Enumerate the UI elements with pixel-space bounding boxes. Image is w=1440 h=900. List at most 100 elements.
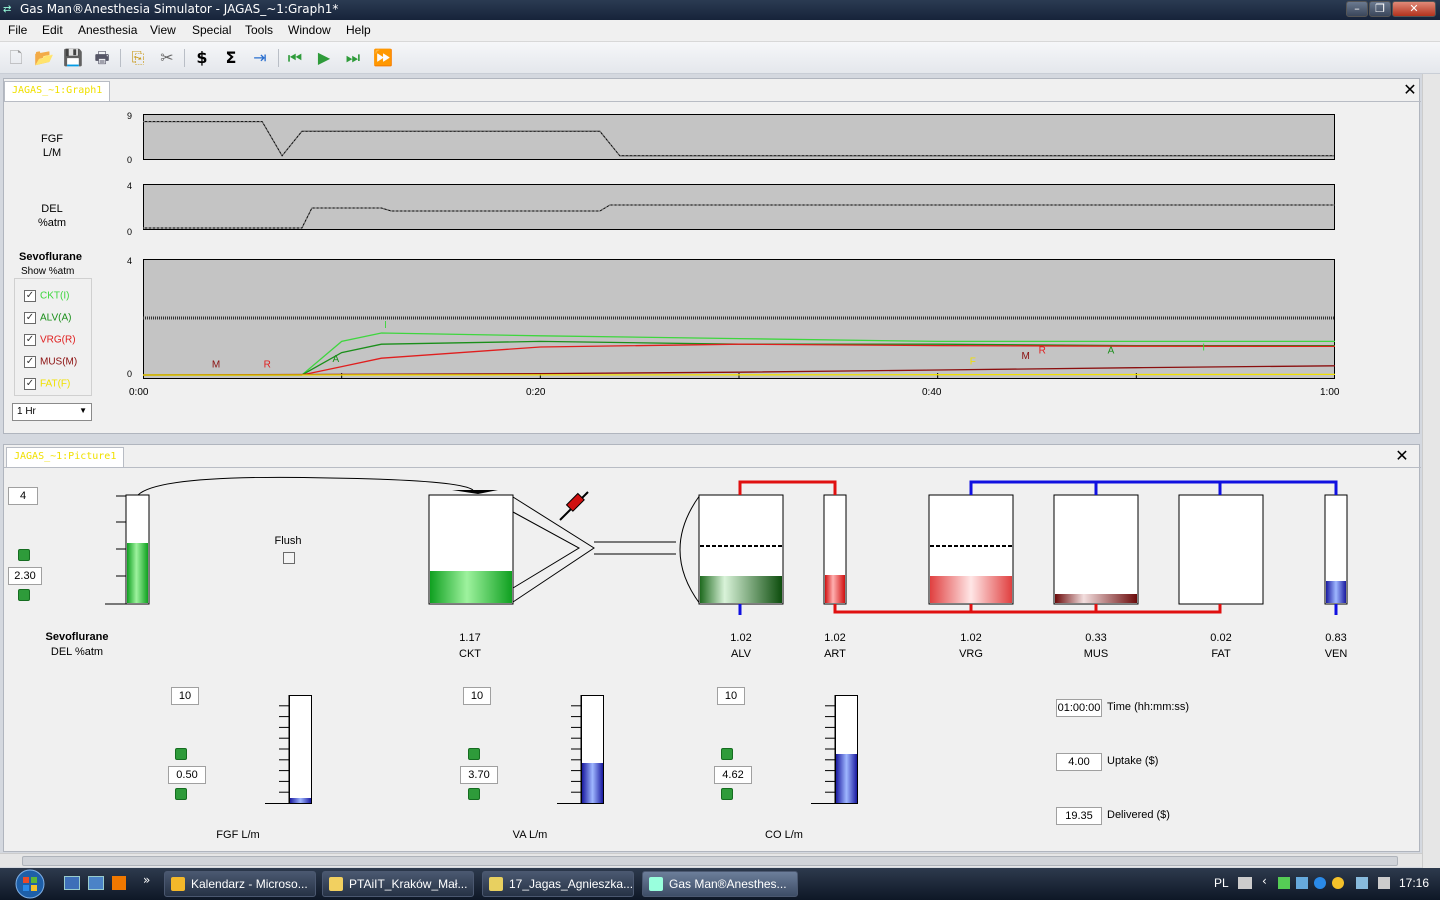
vrg-name: VRG — [959, 648, 983, 660]
tab-divider — [4, 467, 1421, 468]
task-ptaiit[interactable]: PTAiIT_Kraków_Mał... — [322, 871, 474, 897]
del-max-field[interactable]: 4 — [8, 487, 38, 505]
scroll-thumb[interactable] — [22, 856, 1398, 866]
open-icon[interactable]: 📂 — [33, 47, 55, 69]
main-ymax: 4 — [127, 256, 133, 266]
save-icon[interactable]: 💾 — [62, 47, 84, 69]
tab-picture[interactable]: JAGAS_~1:Picture1 — [6, 447, 125, 467]
legend-fat[interactable]: ✓ FAT(F) — [24, 378, 70, 394]
sum-icon[interactable]: Σ — [220, 47, 242, 69]
series-marker-label: A — [1108, 345, 1115, 356]
cut-icon[interactable]: ✂ — [156, 47, 178, 69]
minimize-button[interactable]: – — [1346, 1, 1368, 17]
main-ymin: 0 — [127, 369, 133, 379]
menu-window[interactable]: Window — [288, 23, 331, 37]
start-button[interactable] — [4, 868, 50, 900]
close-window-button[interactable]: ✕ — [1392, 1, 1436, 17]
tab-graph[interactable]: JAGAS_~1:Graph1 — [4, 81, 111, 101]
task-gasman[interactable]: Gas Man®Anesthes... — [642, 871, 798, 897]
task-calendar-label: Kalendarz - Microso... — [191, 877, 308, 891]
copy-icon[interactable]: ⎘ — [127, 47, 149, 69]
del-ymin: 0 — [127, 227, 133, 237]
ckt-fill — [430, 571, 512, 603]
close-picture-icon[interactable]: ✕ — [1394, 448, 1410, 464]
rewind-icon[interactable]: ⏮ — [284, 47, 306, 69]
menu-tools[interactable]: Tools — [245, 23, 273, 37]
toolbar-separator — [278, 49, 279, 67]
alv-name: ALV — [731, 648, 751, 660]
menu-help[interactable]: Help — [346, 23, 371, 37]
menu-anesthesia[interactable]: Anesthesia — [78, 23, 137, 37]
del-down-button[interactable] — [18, 589, 30, 601]
series-marker-label: I — [384, 320, 387, 331]
task-calendar[interactable]: Kalendarz - Microso... — [164, 871, 316, 897]
step-icon[interactable]: ⏭ — [342, 47, 364, 69]
mus-container — [1053, 494, 1139, 605]
play-icon[interactable]: ▶ — [313, 47, 335, 69]
explorer-icon[interactable] — [88, 876, 104, 890]
volume-icon[interactable] — [1356, 877, 1368, 889]
fgf-max-field[interactable]: 10 — [171, 687, 199, 705]
chevron-down-icon: ▼ — [79, 406, 87, 415]
export-icon[interactable]: ⇥ — [249, 47, 271, 69]
language-indicator[interactable]: PL — [1214, 876, 1229, 890]
menu-edit[interactable]: Edit — [42, 23, 63, 37]
co-flow-label: CO L/m — [765, 829, 803, 841]
legend-ckt[interactable]: ✓ CKT(I) — [24, 290, 69, 306]
mus-checkbox[interactable]: ✓ — [24, 356, 36, 368]
close-graph-icon[interactable]: ✕ — [1402, 82, 1418, 98]
window-title: Gas Man®Anesthesia Simulator - JAGAS_~1:… — [20, 2, 339, 16]
outlook-icon — [171, 877, 185, 891]
menu-special[interactable]: Special — [192, 23, 231, 37]
fgf-down-button[interactable] — [175, 788, 187, 800]
legend-mus[interactable]: ✓ MUS(M) — [24, 356, 77, 372]
alv-checkbox[interactable]: ✓ — [24, 312, 36, 324]
alv-value: 1.02 — [730, 632, 752, 644]
vrg-checkbox[interactable]: ✓ — [24, 334, 36, 346]
tray-expand-icon[interactable]: ‹ — [1262, 874, 1267, 888]
fat-checkbox[interactable]: ✓ — [24, 378, 36, 390]
menu-view[interactable]: View — [150, 23, 176, 37]
del-value-field[interactable]: 2.30 — [8, 567, 42, 585]
fast-forward-icon[interactable]: ⏩ — [372, 47, 394, 69]
network-icon[interactable] — [1278, 877, 1290, 889]
syringe-icon[interactable] — [559, 491, 589, 521]
gauge-ticks — [265, 695, 836, 804]
vertical-scrollbar[interactable] — [1422, 74, 1440, 868]
clock: 17:16 — [1399, 876, 1430, 890]
print-icon[interactable]: 🖶 — [91, 47, 113, 69]
fgf-up-button[interactable] — [175, 748, 187, 760]
fgf-value-field[interactable]: 0.50 — [168, 766, 206, 784]
folder-icon — [489, 877, 503, 891]
series-marker-label: M — [212, 359, 220, 370]
xtick-2: 0:40 — [922, 387, 942, 398]
skype-icon[interactable] — [1314, 877, 1326, 889]
delivered-label: Delivered ($) — [1107, 809, 1170, 821]
orange-app-icon[interactable] — [112, 876, 126, 890]
legend-ckt-label: CKT(I) — [40, 290, 70, 302]
new-icon[interactable]: 🗋 — [5, 47, 27, 69]
dollar-icon[interactable]: $ — [191, 47, 213, 69]
messenger-icon[interactable] — [1332, 877, 1344, 889]
task-jagas-label: 17_Jagas_Agnieszka... — [509, 877, 634, 891]
task-jagas[interactable]: 17_Jagas_Agnieszka... — [482, 871, 634, 897]
keyboard-icon[interactable] — [1238, 877, 1252, 889]
legend-alv[interactable]: ✓ ALV(A) — [24, 312, 72, 328]
fat-name: FAT — [1211, 648, 1231, 660]
power-icon[interactable] — [1378, 877, 1390, 889]
legend-vrg[interactable]: ✓ VRG(R) — [24, 334, 76, 350]
menu-file[interactable]: File — [8, 23, 27, 37]
task-ptaiit-label: PTAiIT_Kraków_Mał... — [349, 877, 468, 891]
xtick-0: 0:00 — [129, 387, 149, 398]
legend-mus-label: MUS(M) — [40, 356, 78, 368]
del-up-button[interactable] — [18, 549, 30, 561]
series-marker-label: R — [1039, 345, 1046, 356]
ckt-checkbox[interactable]: ✓ — [24, 290, 36, 302]
gasman-icon — [649, 877, 663, 891]
restore-button[interactable]: ❐ — [1369, 1, 1391, 17]
show-desktop-icon[interactable] — [64, 876, 80, 890]
range-select[interactable]: 1 Hr ▼ — [12, 403, 92, 421]
tray-app-icon[interactable] — [1296, 877, 1308, 889]
quicklaunch-more-icon[interactable]: » — [143, 873, 150, 887]
horizontal-scrollbar[interactable] — [0, 853, 1422, 867]
